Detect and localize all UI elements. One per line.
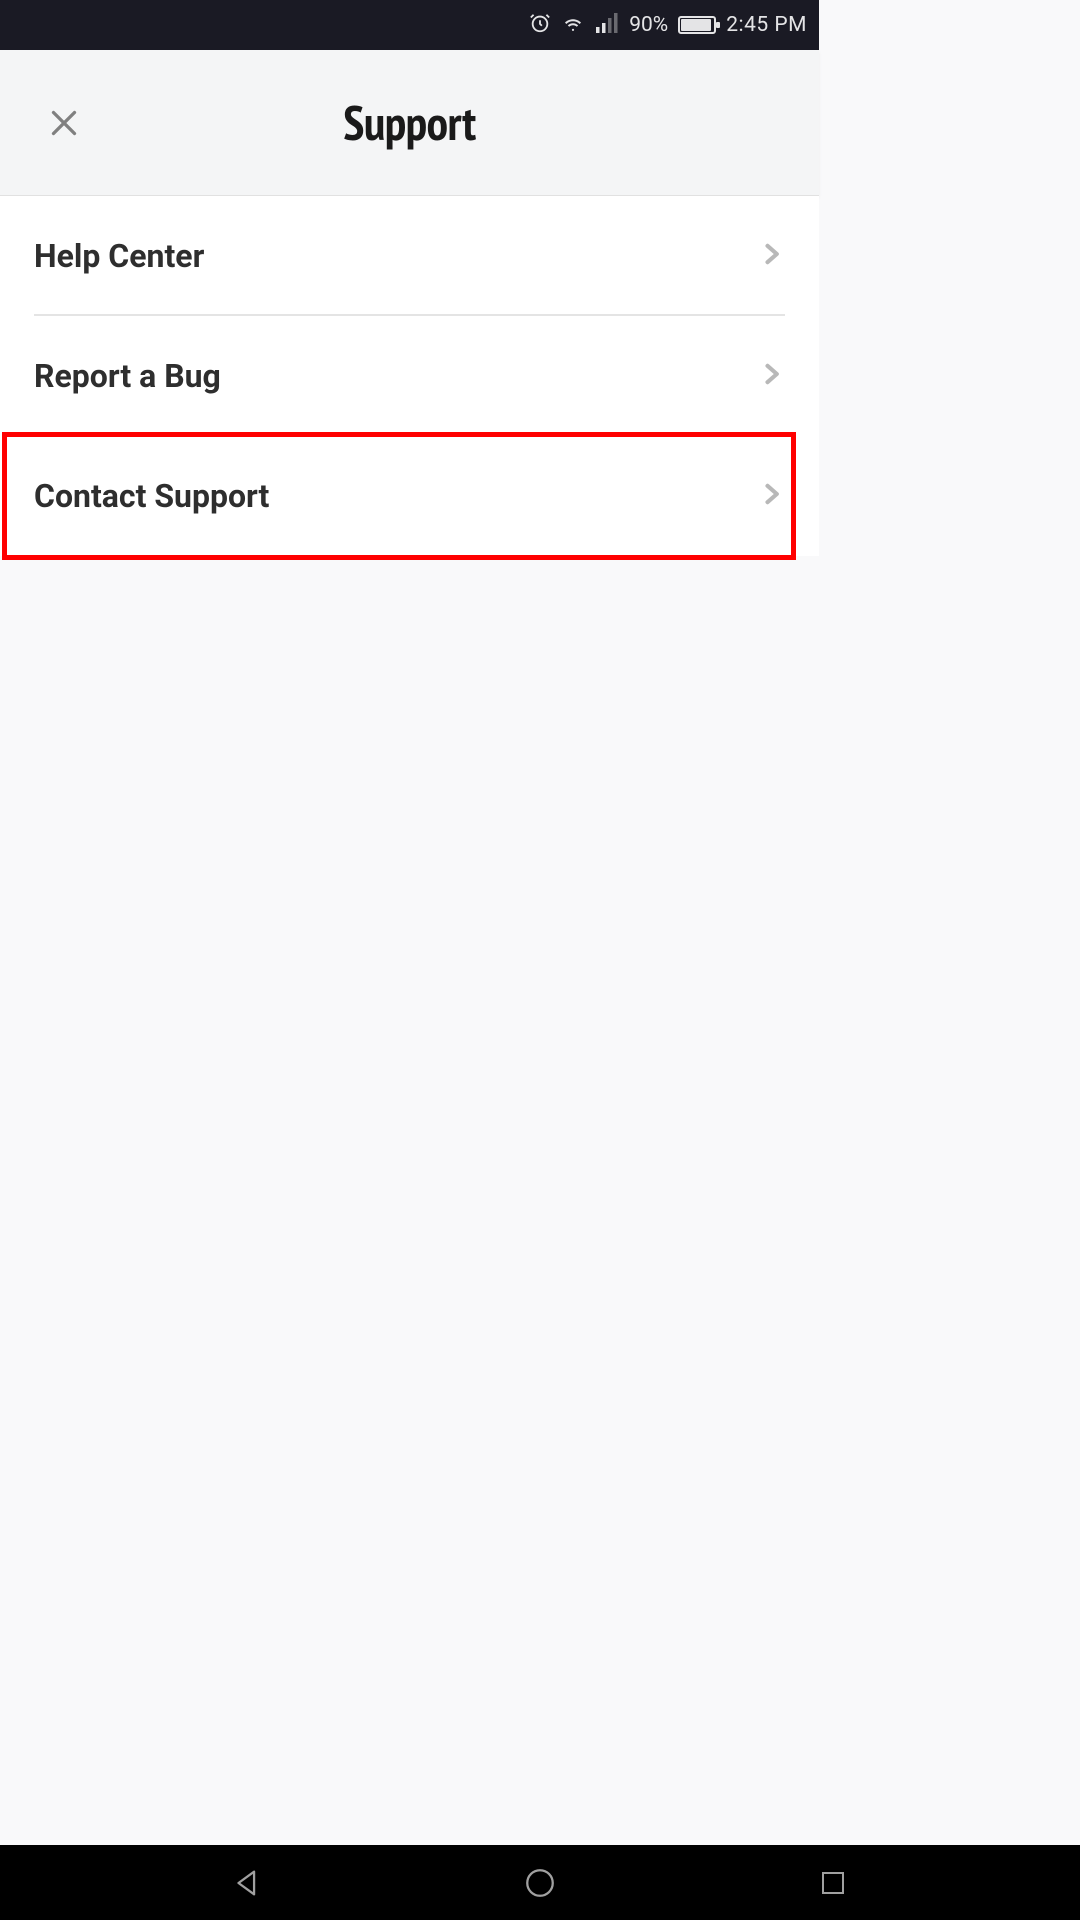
wifi-icon — [561, 11, 585, 40]
content-area: Help Center Report a Bug Contact Support — [0, 196, 819, 1381]
chevron-right-icon — [757, 477, 785, 515]
battery-percent: 90% — [629, 13, 668, 37]
alarm-icon — [529, 12, 551, 39]
recent-square-icon — [818, 1868, 848, 1898]
app-header: Support — [0, 50, 819, 196]
list-item-report-bug[interactable]: Report a Bug — [34, 316, 785, 436]
chevron-right-icon — [757, 237, 785, 275]
android-nav-bar — [0, 1845, 1080, 1920]
nav-back-button[interactable] — [217, 1853, 277, 1913]
signal-icon — [595, 12, 619, 39]
support-list: Help Center Report a Bug Contact Support — [0, 196, 819, 556]
list-item-contact-support[interactable]: Contact Support — [34, 436, 785, 556]
close-icon — [46, 105, 82, 141]
close-button[interactable] — [40, 99, 88, 147]
nav-recent-button[interactable] — [803, 1853, 863, 1913]
back-triangle-icon — [230, 1866, 264, 1900]
battery-icon — [678, 16, 716, 34]
list-item-label: Help Center — [34, 237, 204, 275]
list-item-label: Report a Bug — [34, 357, 221, 395]
status-icons: 90% 2:45 PM — [529, 11, 807, 40]
home-circle-icon — [523, 1866, 557, 1900]
list-item-label: Contact Support — [34, 477, 269, 515]
page-title: Support — [0, 92, 819, 154]
status-time: 2:45 PM — [726, 13, 807, 37]
list-item-help-center[interactable]: Help Center — [34, 196, 785, 316]
nav-home-button[interactable] — [510, 1853, 570, 1913]
chevron-right-icon — [757, 357, 785, 395]
status-bar: 90% 2:45 PM — [0, 0, 819, 50]
